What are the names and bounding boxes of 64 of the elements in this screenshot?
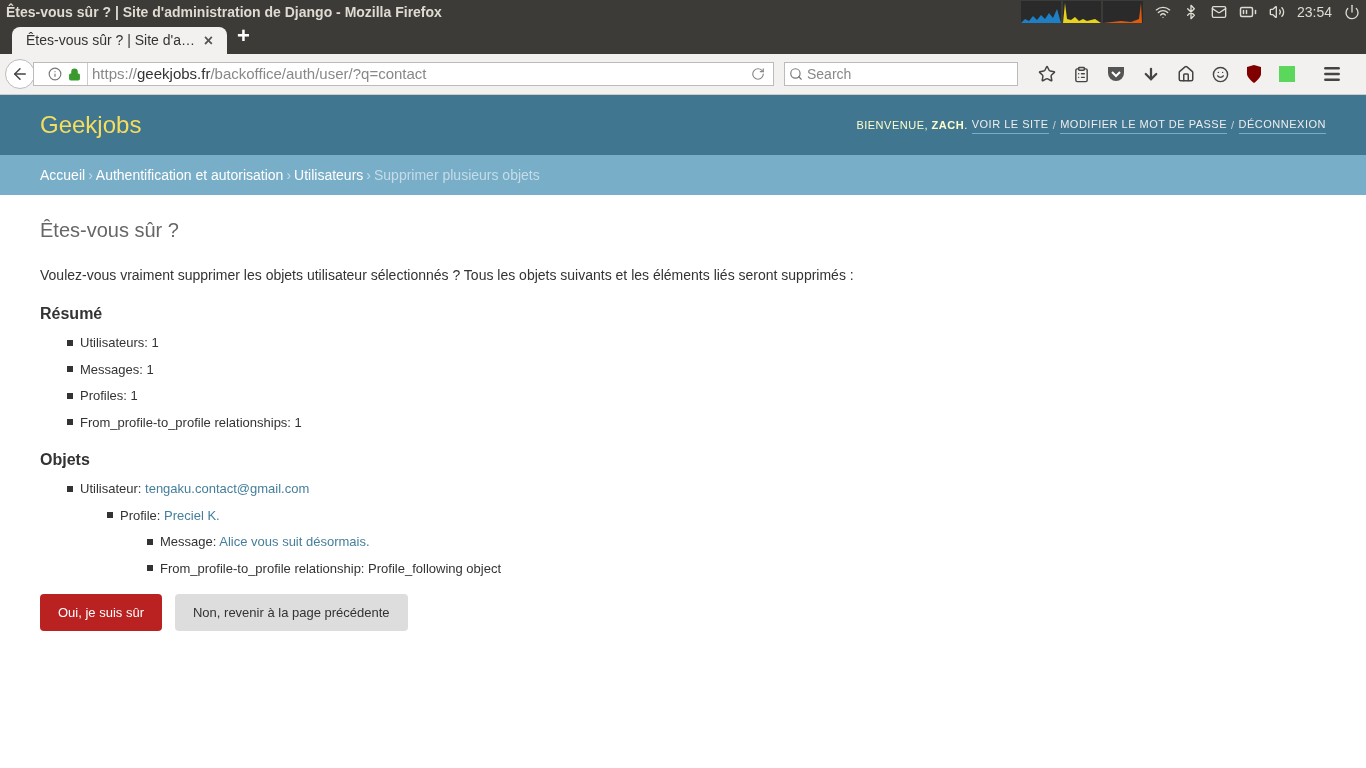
section-heading: Objets [40, 450, 91, 470]
user-tool-link[interactable]: DÉCONNEXION [1238, 116, 1326, 134]
bullet-icon [67, 419, 73, 426]
breadcrumb-link[interactable]: Accueil [40, 164, 86, 186]
bullet-icon [107, 512, 113, 519]
bullet-icon [67, 392, 73, 399]
bookmark-star-icon[interactable] [1038, 65, 1056, 83]
browser-tab[interactable]: Êtes-vous sûr ? | Site d'a… × [12, 27, 227, 54]
welcome-text: BIENVENUE, ZACH. [856, 117, 968, 133]
current-page-label: Supprimer plusieurs objets [374, 165, 540, 185]
summary-item: Profiles: 1 [80, 387, 138, 405]
breadcrumb-separator: › [286, 165, 292, 185]
user-tool-link[interactable]: VOIR LE SITE [971, 116, 1049, 134]
reading-list-icon[interactable] [1073, 65, 1090, 83]
user-tool-link[interactable]: MODIFIER LE MOT DE PASSE [1060, 116, 1228, 134]
pocket-icon[interactable] [1107, 66, 1125, 82]
search-field[interactable]: Search [784, 62, 1018, 86]
summary-item: Utilisateurs: 1 [80, 334, 159, 352]
close-icon[interactable]: × [203, 28, 213, 53]
back-button[interactable] [5, 59, 35, 89]
bullet-icon [67, 485, 73, 492]
home-icon[interactable] [1177, 65, 1195, 83]
new-tab-button[interactable]: + [227, 19, 260, 54]
section-heading: Résumé [40, 304, 104, 324]
confirmation-question: Voulez-vous vraiment supprimer les objets utilisateur sélectionnés ? Tous les objets suivants et les éléments liés seront supprimés : [40, 266, 855, 285]
reload-icon[interactable] [751, 67, 765, 81]
object-entry: Message: Alice vous suit désormais. [160, 533, 370, 551]
chat-icon[interactable] [1212, 65, 1229, 83]
info-icon[interactable] [48, 67, 62, 81]
site-name[interactable]: Geekjobs [40, 107, 142, 143]
menu-icon[interactable] [1322, 64, 1342, 84]
lock-icon [68, 67, 81, 81]
bullet-icon [147, 538, 153, 545]
volume-icon[interactable] [1268, 4, 1285, 20]
link-separator: / [1231, 117, 1235, 133]
object-link[interactable]: tengaku.contact@gmail.com [145, 481, 310, 496]
clock[interactable]: 23:54 [1296, 1, 1332, 23]
power-icon[interactable] [1344, 4, 1360, 20]
object-entry: From_profile-to_profile relationship: Profile_following object [160, 559, 502, 578]
link-separator: / [1052, 117, 1057, 133]
bullet-icon [67, 366, 73, 373]
address-bar[interactable]: https://geekjobs.fr/backoffice/auth/user/?q=contact [33, 62, 774, 86]
mail-icon[interactable] [1210, 4, 1227, 20]
window-title: Êtes-vous sûr ? | Site d'administration de Django - Mozilla Firefox [6, 2, 442, 22]
summary-item: Messages: 1 [80, 360, 154, 379]
breadcrumb-link[interactable]: Authentification et autorisation [95, 164, 284, 186]
object-link[interactable]: Alice vous suit désormais. [219, 534, 370, 549]
wifi-icon[interactable] [1154, 4, 1171, 20]
confirm-button[interactable]: Oui, je suis sûr [40, 594, 162, 631]
object-entry: Profile: Preciel K. [120, 506, 220, 525]
breadcrumb-link[interactable]: Utilisateurs [294, 164, 364, 186]
object-entry: Utilisateur: tengaku.contact@gmail.com [80, 480, 310, 498]
bullet-icon [67, 339, 73, 346]
download-icon[interactable] [1142, 65, 1160, 83]
page-title: Êtes-vous sûr ? [40, 218, 180, 243]
object-link[interactable]: Preciel K. [164, 507, 220, 523]
search-icon [789, 67, 803, 81]
summary-item: From_profile-to_profile relationships: 1 [80, 413, 302, 432]
breadcrumb-separator: › [366, 165, 371, 185]
system-monitor-icon [1020, 1, 1143, 23]
cancel-button[interactable]: Non, revenir à la page précédente [175, 594, 408, 631]
bullet-icon [147, 565, 153, 572]
shield-icon[interactable] [1246, 65, 1262, 83]
breadcrumb-separator: › [88, 165, 93, 185]
